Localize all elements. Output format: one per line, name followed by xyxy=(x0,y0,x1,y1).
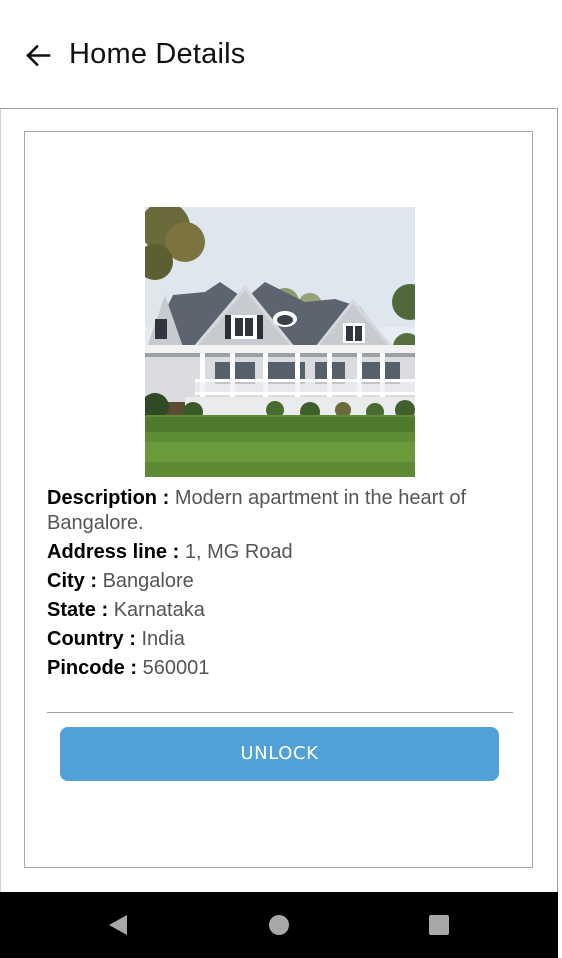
divider xyxy=(47,712,513,713)
back-button[interactable] xyxy=(18,36,58,76)
triangle-back-icon xyxy=(109,915,127,935)
state-label: State : xyxy=(47,599,109,621)
frame-left-edge xyxy=(0,0,1,892)
house-photo xyxy=(145,207,415,477)
app-bar: Home Details xyxy=(0,0,558,109)
address-value: 1, MG Road xyxy=(184,541,293,563)
country-value: India xyxy=(141,628,185,650)
city-value: Bangalore xyxy=(102,570,194,592)
square-recents-icon xyxy=(429,915,449,935)
page-title: Home Details xyxy=(69,38,246,70)
country-row: Country : India xyxy=(47,627,507,652)
pincode-row: Pincode : 560001 xyxy=(47,656,507,681)
pincode-value: 560001 xyxy=(142,657,210,679)
country-label: Country : xyxy=(47,628,136,650)
description-row: Description : Modern apartment in the he… xyxy=(47,486,507,536)
pincode-label: Pincode : xyxy=(47,657,138,679)
address-label: Address line : xyxy=(47,541,180,563)
nav-recents-button[interactable] xyxy=(424,910,454,940)
arrow-left-icon xyxy=(26,44,51,67)
state-value: Karnataka xyxy=(113,599,205,621)
state-row: State : Karnataka xyxy=(47,598,507,623)
city-row: City : Bangalore xyxy=(47,569,507,594)
system-nav-bar xyxy=(0,892,558,958)
address-row: Address line : 1, MG Road xyxy=(47,540,507,565)
description-label: Description : xyxy=(47,487,170,509)
frame-right-edge xyxy=(557,0,558,892)
circle-home-icon xyxy=(269,915,289,935)
home-details-card: Description : Modern apartment in the he… xyxy=(24,131,533,868)
home-details-list: Description : Modern apartment in the he… xyxy=(47,486,507,685)
city-label: City : xyxy=(47,570,97,592)
nav-home-button[interactable] xyxy=(264,910,294,940)
screen: Home Details Description: Modern apartm… xyxy=(0,0,562,958)
nav-back-button[interactable] xyxy=(103,910,133,940)
unlock-button[interactable]: UNLOCK xyxy=(60,727,499,781)
